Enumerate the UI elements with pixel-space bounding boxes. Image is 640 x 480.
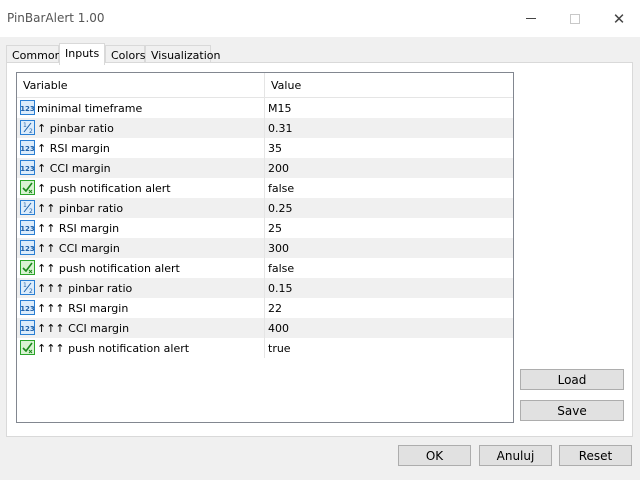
boolean-icon — [20, 260, 35, 275]
cell-variable[interactable]: ↑ push notification alert — [17, 178, 265, 198]
svg-text:123: 123 — [20, 325, 35, 333]
header-value[interactable]: Value — [265, 73, 513, 98]
window-title: PinBarAlert 1.00 — [7, 11, 105, 25]
cell-variable[interactable]: 1 2 ↑ pinbar ratio — [17, 118, 265, 138]
ok-button[interactable]: OK — [398, 445, 471, 466]
cell-variable[interactable]: 123 ↑↑ RSI margin — [17, 218, 265, 238]
cell-value[interactable]: M15 — [265, 98, 513, 118]
variable-name: ↑↑ pinbar ratio — [37, 202, 124, 215]
table-row[interactable]: ↑ push notification alert false — [17, 178, 513, 198]
cell-variable[interactable]: 123 ↑↑↑ CCI margin — [17, 318, 265, 338]
cell-variable[interactable]: 123 ↑ CCI margin — [17, 158, 265, 178]
svg-text:1: 1 — [23, 122, 27, 129]
svg-text:123: 123 — [20, 145, 35, 153]
cell-variable[interactable]: ↑↑↑ push notification alert — [17, 338, 265, 358]
table-row[interactable]: 123 ↑ RSI margin 35 — [17, 138, 513, 158]
title-bar: PinBarAlert 1.00 ✕ — [0, 0, 640, 37]
boolean-icon — [20, 180, 35, 195]
svg-text:123: 123 — [20, 305, 35, 313]
cell-value[interactable]: 25 — [265, 218, 513, 238]
inputs-grid[interactable]: Variable Value 123 minimal timeframe M15 1 2… — [16, 72, 514, 423]
grid-header: Variable Value — [17, 73, 513, 98]
close-button[interactable]: ✕ — [596, 0, 640, 37]
variable-name: ↑↑ CCI margin — [37, 242, 120, 255]
cell-variable[interactable]: 1 2 ↑↑ pinbar ratio — [17, 198, 265, 218]
number-icon: 123 — [20, 220, 35, 235]
maximize-icon — [570, 13, 580, 24]
svg-text:2: 2 — [29, 288, 33, 295]
save-button[interactable]: Save — [520, 400, 624, 421]
variable-name: minimal timeframe — [37, 102, 143, 115]
table-row[interactable]: ↑↑ push notification alert false — [17, 258, 513, 278]
number-icon: 123 — [20, 240, 35, 255]
reset-button[interactable]: Reset — [559, 445, 632, 466]
fraction-icon: 12 — [20, 200, 35, 215]
cell-value[interactable]: 35 — [265, 138, 513, 158]
svg-text:1: 1 — [23, 282, 27, 289]
variable-name: ↑↑↑ push notification alert — [37, 342, 190, 355]
svg-text:2: 2 — [29, 128, 33, 135]
variable-name: ↑↑↑ CCI margin — [37, 322, 130, 335]
table-row[interactable]: ↑↑↑ push notification alert true — [17, 338, 513, 358]
fraction-icon: 12 — [20, 120, 35, 135]
variable-name: ↑ push notification alert — [37, 182, 171, 195]
variable-name: ↑ CCI margin — [37, 162, 111, 175]
table-row[interactable]: 1 2 ↑ pinbar ratio 0.31 — [17, 118, 513, 138]
svg-text:123: 123 — [20, 165, 35, 173]
table-row[interactable]: 123 ↑ CCI margin 200 — [17, 158, 513, 178]
tab-inputs[interactable]: Inputs — [59, 43, 105, 65]
cell-value[interactable]: false — [265, 258, 513, 278]
boolean-icon — [20, 340, 35, 355]
variable-name: ↑↑↑ pinbar ratio — [37, 282, 133, 295]
svg-text:123: 123 — [20, 225, 35, 233]
number-icon: 123 — [20, 160, 35, 175]
cell-value[interactable]: 400 — [265, 318, 513, 338]
cell-variable[interactable]: ↑↑ push notification alert — [17, 258, 265, 278]
cell-variable[interactable]: 123 ↑ RSI margin — [17, 138, 265, 158]
cell-variable[interactable]: 123 ↑↑↑ RSI margin — [17, 298, 265, 318]
cancel-button[interactable]: Anuluj — [479, 445, 552, 466]
cell-value[interactable]: 0.31 — [265, 118, 513, 138]
variable-name: ↑ pinbar ratio — [37, 122, 114, 135]
table-row[interactable]: 123 ↑↑ RSI margin 25 — [17, 218, 513, 238]
cell-variable[interactable]: 123 minimal timeframe — [17, 98, 265, 118]
table-row[interactable]: 123 ↑↑ CCI margin 300 — [17, 238, 513, 258]
close-icon: ✕ — [612, 9, 626, 28]
cell-value[interactable]: true — [265, 338, 513, 358]
number-icon: 123 — [20, 140, 35, 155]
load-button[interactable]: Load — [520, 369, 624, 390]
table-row[interactable]: 1 2 ↑↑↑ pinbar ratio 0.15 — [17, 278, 513, 298]
table-row[interactable]: 123 ↑↑↑ CCI margin 400 — [17, 318, 513, 338]
fraction-icon: 12 — [20, 280, 35, 295]
variable-name: ↑↑ RSI margin — [37, 222, 120, 235]
table-row[interactable]: 123 minimal timeframe M15 — [17, 98, 513, 118]
maximize-button[interactable] — [552, 0, 598, 37]
variable-name: ↑↑ push notification alert — [37, 262, 180, 275]
table-row[interactable]: 123 ↑↑↑ RSI margin 22 — [17, 298, 513, 318]
minimize-button[interactable] — [508, 0, 554, 37]
cell-value[interactable]: 0.25 — [265, 198, 513, 218]
variable-name: ↑↑↑ RSI margin — [37, 302, 129, 315]
minimize-icon — [526, 18, 536, 19]
cell-value[interactable]: 0.15 — [265, 278, 513, 298]
svg-text:123: 123 — [20, 245, 35, 253]
cell-variable[interactable]: 1 2 ↑↑↑ pinbar ratio — [17, 278, 265, 298]
svg-text:123: 123 — [20, 105, 35, 113]
svg-text:1: 1 — [23, 202, 27, 209]
variable-name: ↑ RSI margin — [37, 142, 110, 155]
svg-text:2: 2 — [29, 208, 33, 215]
cell-variable[interactable]: 123 ↑↑ CCI margin — [17, 238, 265, 258]
cell-value[interactable]: 22 — [265, 298, 513, 318]
cell-value[interactable]: 300 — [265, 238, 513, 258]
number-icon: 123 — [20, 100, 35, 115]
number-icon: 123 — [20, 300, 35, 315]
header-variable[interactable]: Variable — [17, 73, 265, 98]
table-row[interactable]: 1 2 ↑↑ pinbar ratio 0.25 — [17, 198, 513, 218]
cell-value[interactable]: 200 — [265, 158, 513, 178]
number-icon: 123 — [20, 320, 35, 335]
cell-value[interactable]: false — [265, 178, 513, 198]
